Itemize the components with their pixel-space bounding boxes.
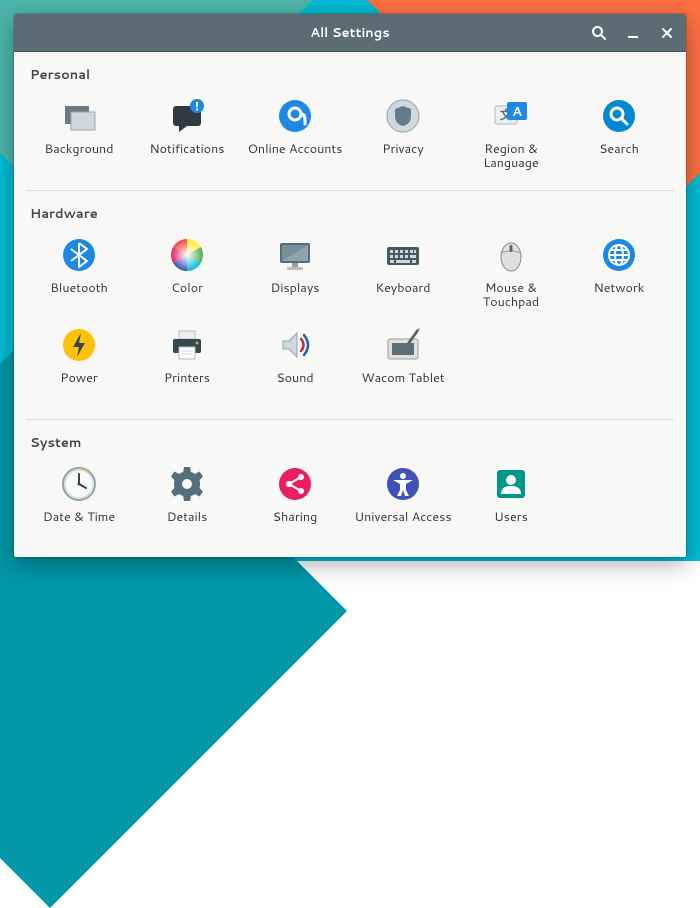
tile-sharing[interactable]: Sharing <box>242 458 348 544</box>
settings-window: All Settings Personal Background Notific… <box>14 14 686 557</box>
tile-privacy[interactable]: Privacy <box>350 90 456 176</box>
tile-label: Users <box>494 510 528 524</box>
tile-label: Displays <box>270 281 319 295</box>
clock-icon <box>59 464 99 504</box>
tile-label: Search <box>599 142 639 156</box>
tile-label: Sound <box>276 371 313 385</box>
users-icon <box>491 464 531 504</box>
notifications-icon <box>167 96 207 136</box>
tile-label: Date & Time <box>43 510 115 524</box>
tile-label: Keyboard <box>375 281 430 295</box>
online-accounts-icon <box>275 96 315 136</box>
tile-label: Network <box>594 281 645 295</box>
tile-network[interactable]: Network <box>566 229 672 315</box>
tile-label: Details <box>167 510 208 524</box>
tile-users[interactable]: Users <box>458 458 564 544</box>
search-setting-icon <box>599 96 639 136</box>
tile-universal-access[interactable]: Universal Access <box>350 458 456 544</box>
tile-label: Universal Access <box>354 510 451 524</box>
window-title: All Settings <box>310 24 389 42</box>
tile-sound[interactable]: Sound <box>242 319 348 405</box>
gear-icon <box>167 464 207 504</box>
search-icon <box>591 25 607 41</box>
tile-region-language[interactable]: 文A Region & Language <box>458 90 564 176</box>
mouse-icon <box>491 235 531 275</box>
grid-personal: Background Notifications Online Accounts… <box>26 90 674 186</box>
titlebar: All Settings <box>14 14 686 52</box>
tile-label: Wacom Tablet <box>361 371 444 385</box>
separator <box>26 190 674 191</box>
tile-label: Color <box>171 281 203 295</box>
universal-access-icon <box>383 464 423 504</box>
tile-label: Bluetooth <box>50 281 108 295</box>
minimize-button[interactable] <box>622 22 644 44</box>
tile-label: Sharing <box>273 510 318 524</box>
region-language-icon: 文A <box>491 96 531 136</box>
sound-icon <box>275 325 315 365</box>
tile-online-accounts[interactable]: Online Accounts <box>242 90 348 176</box>
settings-content: Personal Background Notifications Online… <box>14 52 686 557</box>
wacom-icon <box>383 325 423 365</box>
network-icon <box>599 235 639 275</box>
tile-notifications[interactable]: Notifications <box>134 90 240 176</box>
tile-power[interactable]: Power <box>26 319 132 405</box>
tile-bluetooth[interactable]: Bluetooth <box>26 229 132 315</box>
sharing-icon <box>275 464 315 504</box>
displays-icon <box>275 235 315 275</box>
close-icon <box>660 26 674 40</box>
tile-label: Background <box>45 142 114 156</box>
grid-hardware: Bluetooth Colo <box>26 229 674 415</box>
bluetooth-icon <box>59 235 99 275</box>
section-title-hardware: Hardware <box>26 195 674 229</box>
tile-color[interactable]: Color <box>134 229 240 315</box>
section-title-personal: Personal <box>26 56 674 90</box>
tile-label: Online Accounts <box>248 142 343 156</box>
tile-date-time[interactable]: Date & Time <box>26 458 132 544</box>
tile-label: Notifications <box>150 142 225 156</box>
close-button[interactable] <box>656 22 678 44</box>
tile-label: Power <box>60 371 97 385</box>
tile-search[interactable]: Search <box>566 90 672 176</box>
power-icon <box>59 325 99 365</box>
tile-wacom-tablet[interactable]: Wacom Tablet <box>350 319 456 405</box>
printers-icon <box>167 325 207 365</box>
svg-text:A: A <box>512 103 522 121</box>
search-button[interactable] <box>588 22 610 44</box>
tile-label: Region & Language <box>460 142 562 171</box>
privacy-icon <box>383 96 423 136</box>
tile-displays[interactable]: Displays <box>242 229 348 315</box>
tile-label: Privacy <box>382 142 423 156</box>
section-title-system: System <box>26 424 674 458</box>
tile-label: Printers <box>164 371 210 385</box>
tile-keyboard[interactable]: Keyboard <box>350 229 456 315</box>
minimize-icon <box>626 26 640 40</box>
tile-mouse-touchpad[interactable]: Mouse & Touchpad <box>458 229 564 315</box>
tile-details[interactable]: Details <box>134 458 240 544</box>
tile-printers[interactable]: Printers <box>134 319 240 405</box>
grid-system: Date & Time Details Sharing Universal Ac… <box>26 458 674 554</box>
keyboard-icon <box>383 235 423 275</box>
tile-background[interactable]: Background <box>26 90 132 176</box>
color-icon <box>167 235 207 275</box>
titlebar-actions <box>588 14 678 51</box>
background-icon <box>59 96 99 136</box>
separator <box>26 419 674 420</box>
tile-label: Mouse & Touchpad <box>460 281 562 310</box>
